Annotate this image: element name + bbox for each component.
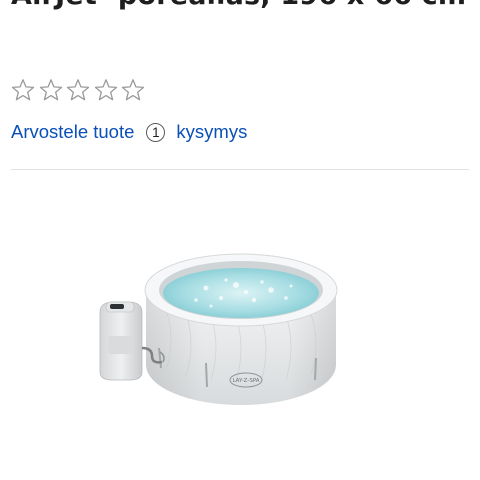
star-outline-icon[interactable] xyxy=(39,78,63,102)
star-outline-icon[interactable] xyxy=(121,78,145,102)
star-outline-icon[interactable] xyxy=(94,78,118,102)
brand-logo-text: LAY-Z-SPA xyxy=(232,378,259,384)
rating-stars[interactable] xyxy=(11,78,145,102)
star-outline-icon[interactable] xyxy=(11,78,35,102)
product-title: AirJet -poreallas, 196 x 66 cm xyxy=(11,0,476,13)
review-product-link[interactable]: Arvostele tuote xyxy=(11,121,134,143)
question-count-badge[interactable]: 1 xyxy=(146,122,166,142)
star-outline-icon[interactable] xyxy=(66,78,90,102)
review-question-links: Arvostele tuote 1 kysymys xyxy=(11,121,247,143)
hot-tub-product-image[interactable]: LAY-Z-SPA xyxy=(86,240,396,410)
questions-link[interactable]: kysymys xyxy=(176,121,247,143)
divider xyxy=(11,169,469,170)
